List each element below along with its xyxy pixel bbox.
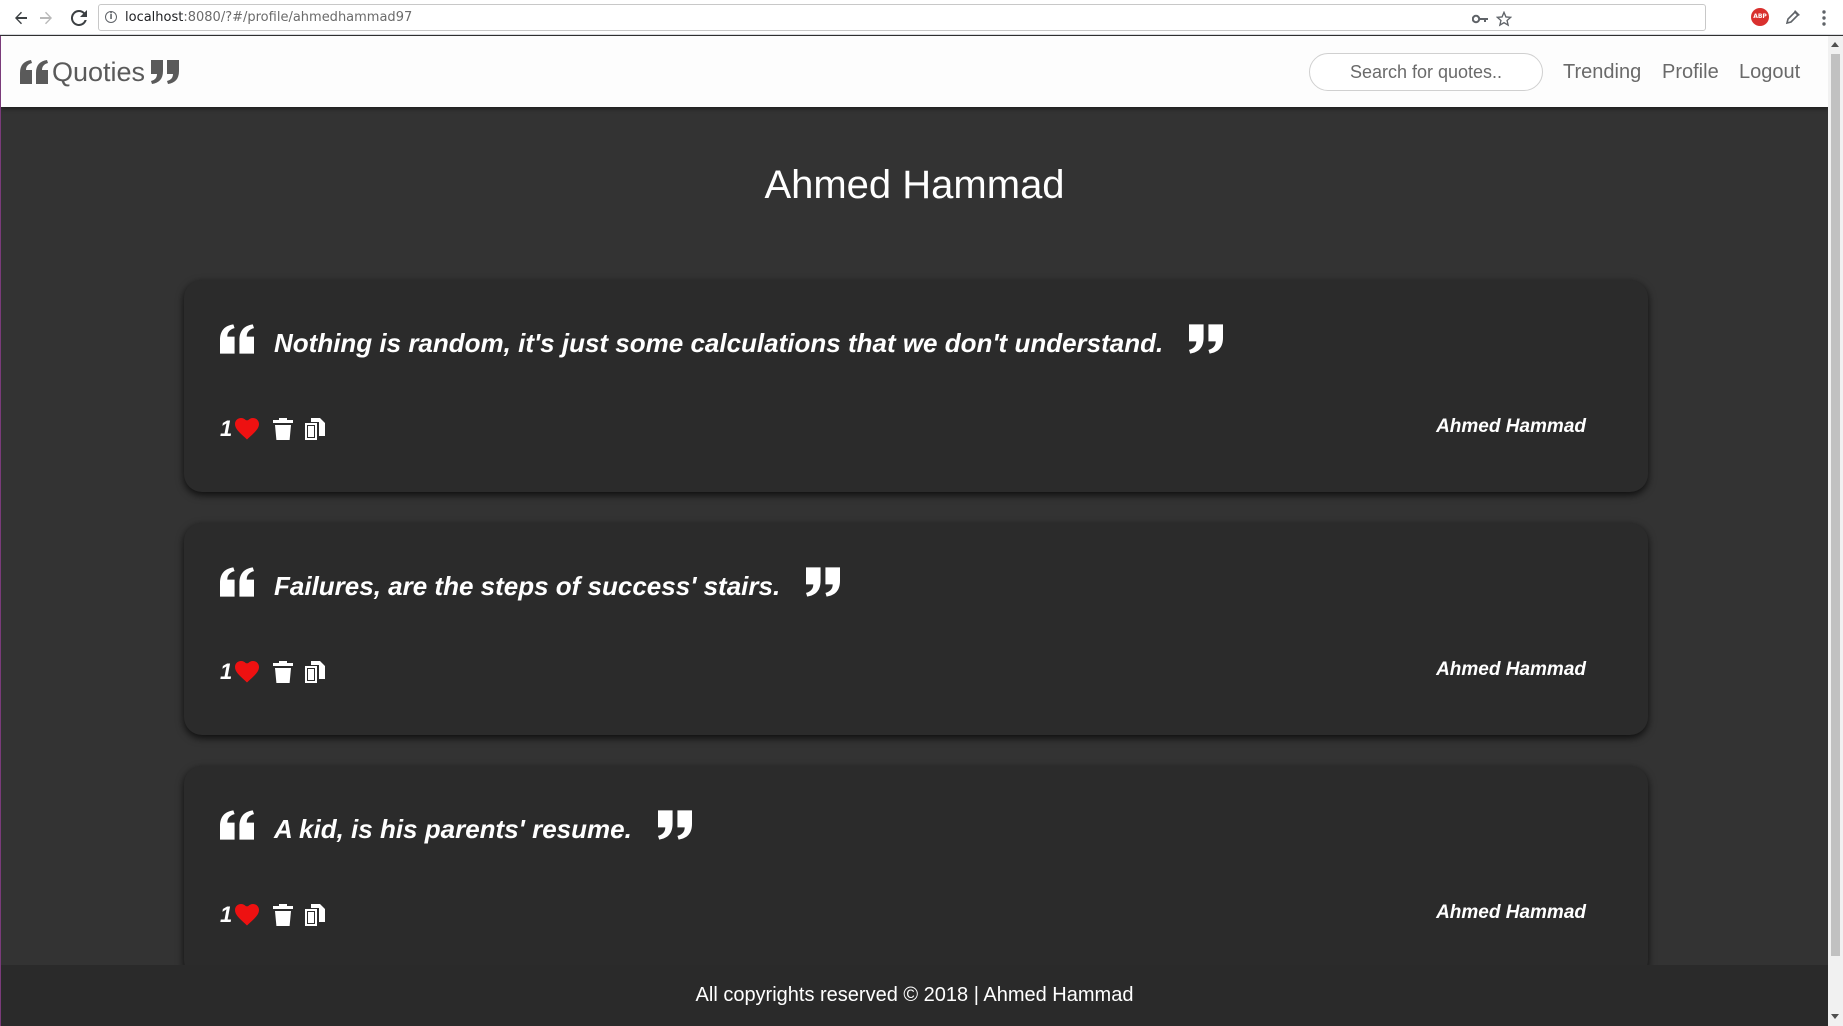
window-edge xyxy=(0,36,1,1026)
copy-icon[interactable] xyxy=(305,904,326,926)
back-arrow-icon[interactable] xyxy=(9,6,33,30)
page-footer: All copyrights reserved © 2018 | Ahmed H… xyxy=(1,965,1828,1026)
heart-icon[interactable] xyxy=(235,418,260,440)
quote-card: Failures, are the steps of success' stai… xyxy=(184,523,1648,735)
quote-actions: 1 xyxy=(220,901,326,929)
likes-count: 1 xyxy=(220,416,233,441)
quote-text: Failures, are the steps of success' stai… xyxy=(274,571,781,601)
star-icon[interactable] xyxy=(1494,9,1514,29)
quote-card: A kid, is his parents' resume. 1 Ahmed H… xyxy=(184,766,1648,965)
close-quote-icon xyxy=(657,810,692,840)
search-input[interactable] xyxy=(1309,53,1543,91)
app-navbar: Quoties Trending Profile Logout xyxy=(1,36,1828,107)
quote-body: A kid, is his parents' resume. xyxy=(220,810,692,844)
close-quote-icon xyxy=(806,567,841,597)
info-icon[interactable]: i xyxy=(105,11,117,23)
trash-icon[interactable] xyxy=(273,904,294,926)
heart-icon[interactable] xyxy=(235,661,260,683)
close-quote-icon xyxy=(1189,324,1224,354)
quote-card: Nothing is random, it's just some calcul… xyxy=(184,280,1648,492)
scroll-down-arrow-icon[interactable] xyxy=(1831,1014,1839,1019)
open-quote-icon xyxy=(20,60,48,84)
close-quote-icon xyxy=(151,60,180,84)
quote-author: Ahmed Hammad xyxy=(1436,902,1586,923)
url-text: localhost:8080/?#/profile/ahmedhammad97 xyxy=(125,10,413,25)
reload-icon[interactable] xyxy=(67,6,91,30)
trash-icon[interactable] xyxy=(273,661,294,683)
quote-text: A kid, is his parents' resume. xyxy=(274,814,632,844)
scrollbar-thumb[interactable] xyxy=(1831,54,1840,956)
quote-body: Failures, are the steps of success' stai… xyxy=(220,567,841,601)
likes-count: 1 xyxy=(220,659,233,684)
main-content: Ahmed Hammad Nothing is random, it's jus… xyxy=(1,107,1828,965)
address-bar[interactable]: i localhost:8080/?#/profile/ahmedhammad9… xyxy=(98,4,1706,31)
copy-icon[interactable] xyxy=(305,661,326,683)
quote-author: Ahmed Hammad xyxy=(1436,659,1586,680)
eyedropper-icon[interactable] xyxy=(1784,8,1802,26)
quote-text: Nothing is random, it's just some calcul… xyxy=(274,328,1164,358)
quote-actions: 1 xyxy=(220,415,326,443)
brand-name: Quoties xyxy=(52,56,146,87)
nav-link-logout[interactable]: Logout xyxy=(1739,61,1800,84)
likes-count: 1 xyxy=(220,902,233,927)
browser-toolbar: i localhost:8080/?#/profile/ahmedhammad9… xyxy=(0,0,1843,35)
forward-arrow-icon[interactable] xyxy=(34,6,58,30)
brand-logo[interactable]: Quoties xyxy=(20,56,180,88)
nav-link-trending[interactable]: Trending xyxy=(1563,61,1641,84)
quote-actions: 1 xyxy=(220,658,326,686)
heart-icon[interactable] xyxy=(235,904,260,926)
adblock-plus-icon[interactable]: ABP xyxy=(1751,8,1769,26)
nav-link-profile[interactable]: Profile xyxy=(1662,61,1719,84)
scroll-up-arrow-icon[interactable] xyxy=(1831,42,1839,47)
open-quote-icon xyxy=(220,324,254,354)
quote-author: Ahmed Hammad xyxy=(1436,416,1586,437)
more-menu-icon[interactable] xyxy=(1818,8,1830,28)
profile-name: Ahmed Hammad xyxy=(764,163,1065,207)
key-icon[interactable] xyxy=(1470,9,1490,29)
vertical-scrollbar[interactable] xyxy=(1828,36,1843,1026)
open-quote-icon xyxy=(220,810,254,840)
copy-icon[interactable] xyxy=(305,418,326,440)
footer-text: All copyrights reserved © 2018 | Ahmed H… xyxy=(695,984,1134,1006)
quote-body: Nothing is random, it's just some calcul… xyxy=(220,324,1224,358)
trash-icon[interactable] xyxy=(273,418,294,440)
open-quote-icon xyxy=(220,567,254,597)
